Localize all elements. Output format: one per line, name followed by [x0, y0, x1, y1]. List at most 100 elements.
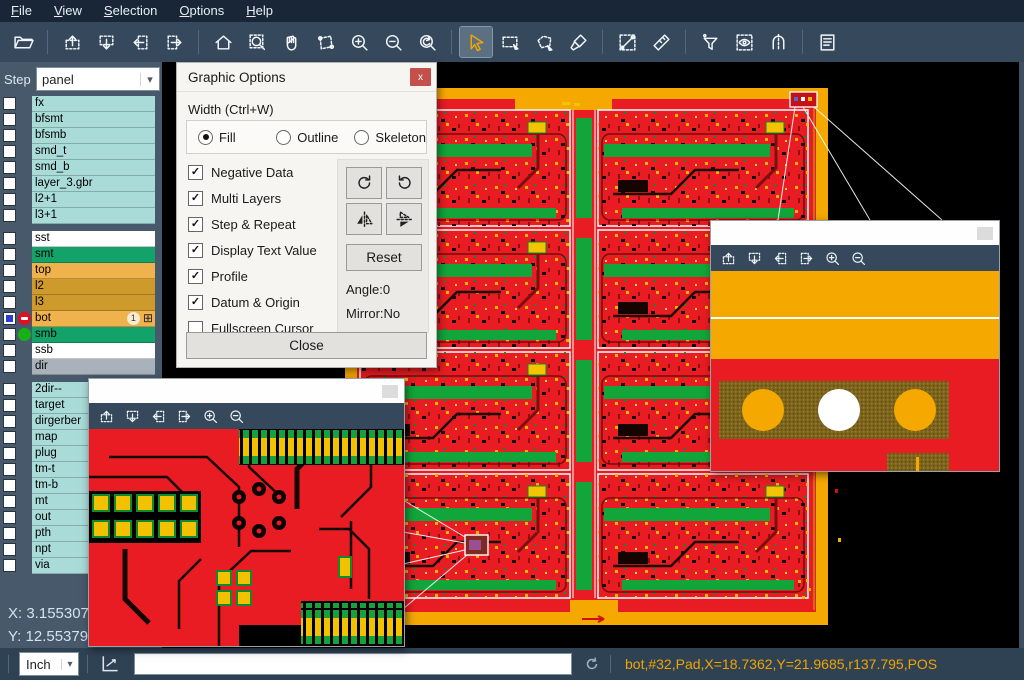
zoom-out-button[interactable]: [377, 27, 409, 57]
checkbox-profile[interactable]: ✓Profile: [188, 263, 317, 289]
layer-checkbox[interactable]: [3, 248, 16, 261]
command-input[interactable]: [134, 653, 572, 675]
menu-help[interactable]: Help: [235, 0, 284, 22]
step-combobox[interactable]: panel ▾: [36, 67, 160, 91]
unit-combobox[interactable]: Inch ▾: [19, 652, 79, 676]
layer-row[interactable]: bfsmb: [0, 128, 162, 143]
refresh-icon[interactable]: [582, 654, 602, 674]
popup-title-bar[interactable]: [711, 221, 999, 245]
checkbox-multi-layers[interactable]: ✓Multi Layers: [188, 185, 317, 211]
layer-checkbox[interactable]: [3, 232, 16, 245]
layer-row[interactable]: layer_3.gbr: [0, 176, 162, 191]
layer-checkbox[interactable]: [3, 193, 16, 206]
layer-checkbox[interactable]: [3, 479, 16, 492]
layer-row[interactable]: bfsmt: [0, 112, 162, 127]
layer-checkbox[interactable]: [3, 177, 16, 190]
layer-checkbox[interactable]: [3, 113, 16, 126]
menu-selection[interactable]: Selection: [93, 0, 168, 22]
pcb-board[interactable]: [598, 110, 808, 226]
layer-checkbox[interactable]: [3, 360, 16, 373]
popup-menu-button[interactable]: [382, 385, 398, 398]
zoom-in-button[interactable]: [819, 247, 845, 269]
zoom-window-button[interactable]: [241, 27, 273, 57]
layer-checkbox[interactable]: [3, 264, 16, 277]
layer-row[interactable]: ssb: [0, 343, 162, 358]
reset-button[interactable]: Reset: [346, 244, 422, 271]
layer-name-bfsmt[interactable]: bfsmt: [32, 112, 155, 128]
layer-name-l3[interactable]: l3: [32, 295, 155, 311]
pan-left-button[interactable]: [145, 405, 171, 427]
layer-checkbox[interactable]: [3, 511, 16, 524]
layer-name-smb[interactable]: smb: [32, 327, 155, 343]
pan-down-button[interactable]: [90, 27, 122, 57]
layer-row[interactable]: smd_t: [0, 144, 162, 159]
layer-checkbox[interactable]: [3, 129, 16, 142]
dialog-title-bar[interactable]: Graphic Options x: [177, 63, 436, 92]
pan-right-button[interactable]: [793, 247, 819, 269]
layer-row[interactable]: sst: [0, 231, 162, 246]
layer-row[interactable]: dir: [0, 359, 162, 374]
flip-horizontal-button[interactable]: [346, 203, 382, 235]
layer-name-bfsmb[interactable]: bfsmb: [32, 128, 155, 144]
menu-options[interactable]: Options: [168, 0, 235, 22]
layer-name-l2-1[interactable]: l2+1: [32, 192, 155, 208]
layer-checkbox[interactable]: [3, 543, 16, 556]
layer-row[interactable]: l2: [0, 279, 162, 294]
layer-checkbox[interactable]: [3, 415, 16, 428]
layer-name-layer-3-gbr[interactable]: layer_3.gbr: [32, 176, 155, 192]
layer-checkbox[interactable]: [3, 161, 16, 174]
layer-checkbox[interactable]: [3, 399, 16, 412]
layer-name-l3-1[interactable]: l3+1: [32, 208, 155, 224]
layer-row[interactable]: smt: [0, 247, 162, 262]
layer-checkbox[interactable]: [3, 280, 16, 293]
pan-down-button[interactable]: [741, 247, 767, 269]
pan-up-button[interactable]: [93, 405, 119, 427]
layer-name-bot[interactable]: bot 1 ⊞: [32, 311, 155, 327]
select-poly-button[interactable]: [528, 27, 560, 57]
layer-checkbox[interactable]: [3, 328, 16, 341]
pan-hand-button[interactable]: [275, 27, 307, 57]
close-icon[interactable]: x: [410, 68, 431, 86]
zoom-in-button[interactable]: [343, 27, 375, 57]
layer-row[interactable]: fx: [0, 96, 162, 111]
layer-name-sst[interactable]: sst: [32, 231, 155, 247]
layer-checkbox[interactable]: [3, 312, 16, 325]
layer-name-fx[interactable]: fx: [32, 96, 155, 112]
menu-view[interactable]: View: [43, 0, 93, 22]
layer-row[interactable]: smd_b: [0, 160, 162, 175]
layer-checkbox[interactable]: [3, 495, 16, 508]
ruler-button[interactable]: [645, 27, 677, 57]
select-cursor-button[interactable]: [460, 27, 492, 57]
layer-checkbox[interactable]: [3, 431, 16, 444]
zoom-out-button[interactable]: [845, 247, 871, 269]
checkbox-display-text-value[interactable]: ✓Display Text Value: [188, 237, 317, 263]
pan-right-button[interactable]: [171, 405, 197, 427]
flip-vertical-button[interactable]: [386, 203, 422, 235]
canvas-scrollbar[interactable]: [1019, 62, 1024, 648]
pan-up-button[interactable]: [715, 247, 741, 269]
pan-left-button[interactable]: [767, 247, 793, 269]
zoom-in-button[interactable]: [197, 405, 223, 427]
overlay-view-button[interactable]: [728, 27, 760, 57]
menu-file[interactable]: File: [0, 0, 43, 22]
pan-right-button[interactable]: [158, 27, 190, 57]
layer-row[interactable]: l3+1: [0, 208, 162, 223]
checkbox-negative-data[interactable]: ✓Negative Data: [188, 159, 317, 185]
pan-left-button[interactable]: [124, 27, 156, 57]
layer-name-smd-b[interactable]: smd_b: [32, 160, 155, 176]
popup-title-bar[interactable]: [89, 379, 404, 403]
rotate-ccw-button[interactable]: [386, 167, 422, 199]
layer-checkbox[interactable]: [3, 296, 16, 309]
checkbox-step-repeat[interactable]: ✓Step & Repeat: [188, 211, 317, 237]
layer-name-dir[interactable]: dir: [32, 359, 155, 375]
angle-tool-icon[interactable]: [100, 653, 122, 675]
filter-button[interactable]: [694, 27, 726, 57]
layer-checkbox[interactable]: [3, 463, 16, 476]
layer-checkbox[interactable]: [3, 383, 16, 396]
select-rect-button[interactable]: [494, 27, 526, 57]
open-folder-button[interactable]: [7, 27, 39, 57]
layer-checkbox[interactable]: [3, 97, 16, 110]
brush-button[interactable]: [562, 27, 594, 57]
popup-menu-button[interactable]: [977, 227, 993, 240]
magnified-pcb-view[interactable]: [89, 429, 404, 646]
